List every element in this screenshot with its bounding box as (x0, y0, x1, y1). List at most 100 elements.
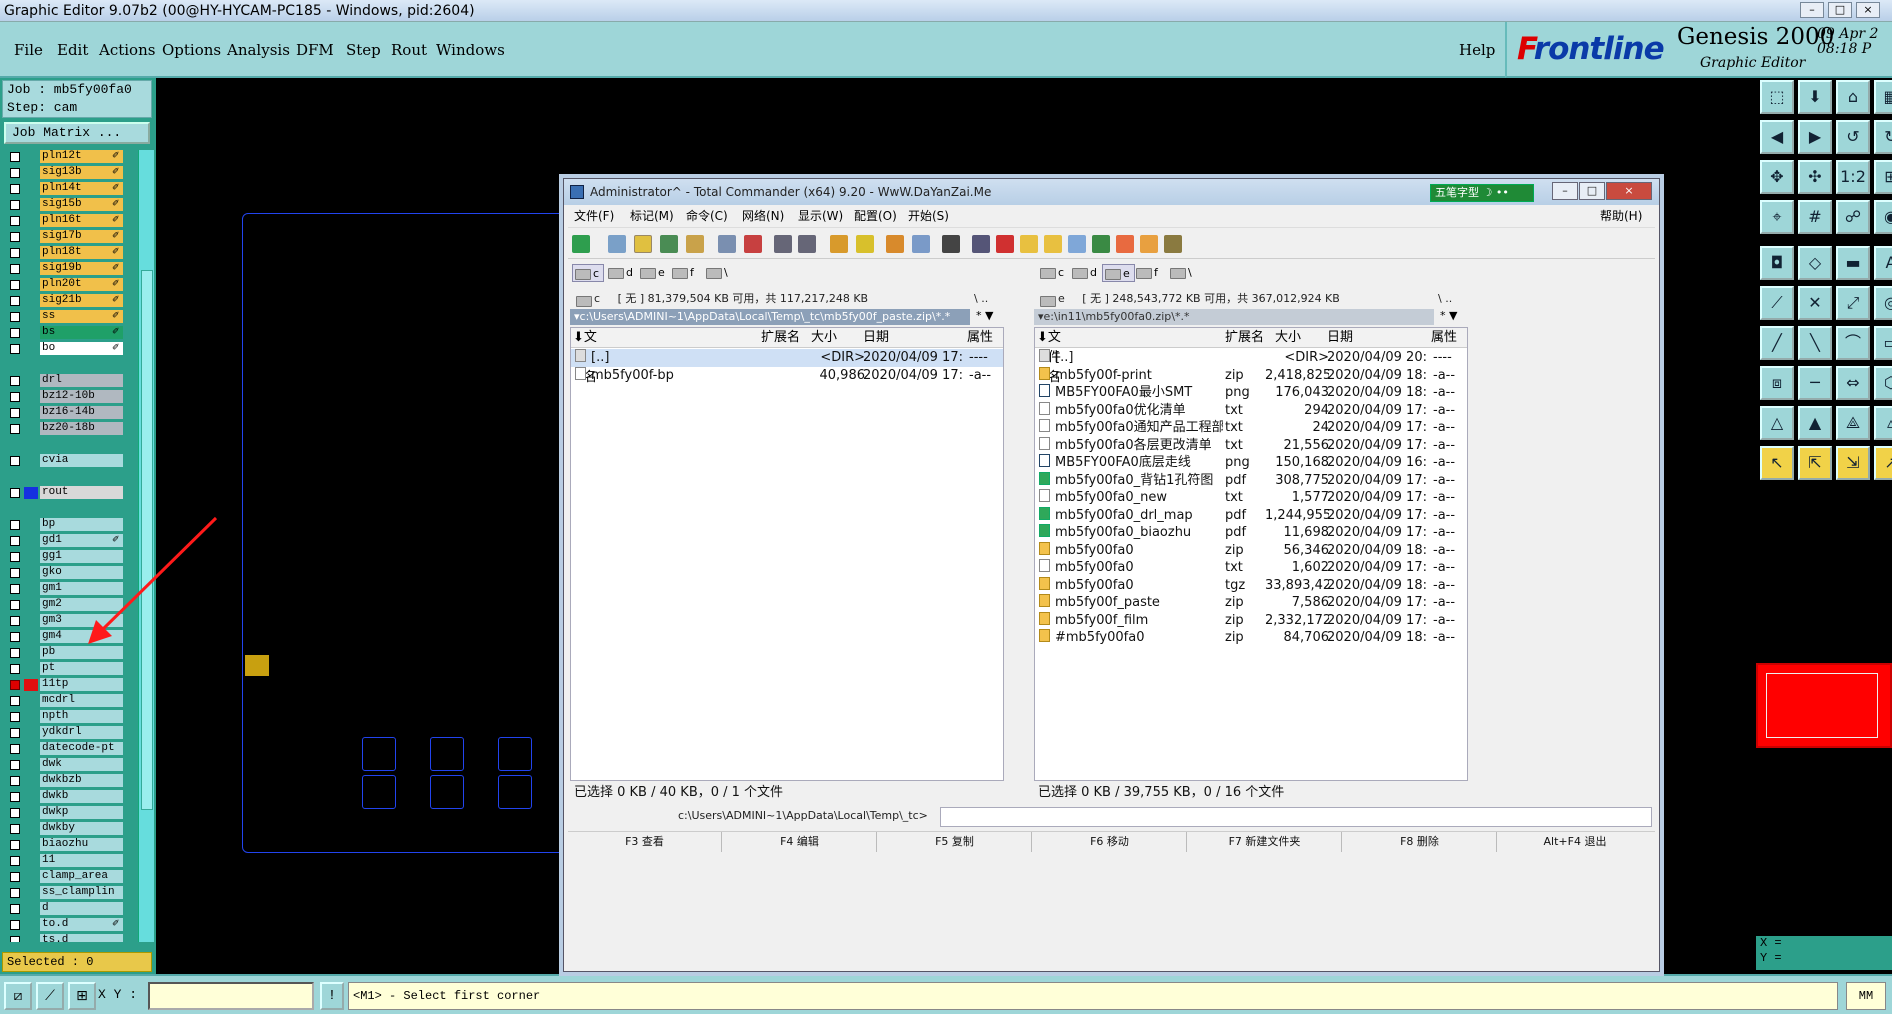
layer-name[interactable]: dwkp (40, 806, 123, 819)
layer-name[interactable]: npth (40, 710, 123, 723)
layer-name[interactable]: pln16t (40, 214, 123, 227)
layer-checkbox[interactable] (10, 392, 20, 402)
layer-name[interactable]: dwkby (40, 822, 123, 835)
file-row[interactable]: mb5fy00fa0_biaozhu pdf 11,698 2020/04/09 17… (1035, 524, 1467, 542)
minimize-button[interactable]: – (1800, 2, 1824, 18)
grid-icon[interactable]: ▦ (1874, 80, 1892, 114)
layer-checkbox[interactable] (10, 760, 20, 770)
layer-checkbox[interactable] (10, 248, 20, 258)
left-drive-select[interactable]: c (574, 292, 614, 305)
layer-row[interactable]: gko (0, 566, 138, 580)
surface-icon[interactable]: ▭ (1874, 326, 1892, 360)
right-drive-c[interactable]: c (1038, 264, 1064, 282)
layer-name[interactable]: pln18t (40, 246, 123, 259)
right-drive-select[interactable]: e (1038, 292, 1079, 305)
f4-edit-button[interactable]: F4 编辑 (723, 832, 877, 852)
file-row[interactable]: mb5fy00f_paste zip 7,5862020/04/09 17:57 -a… (1035, 594, 1467, 612)
layer-checkbox[interactable] (10, 904, 20, 914)
layer-row[interactable]: datecode-pt (0, 742, 138, 756)
arc-icon[interactable]: ⌒ (1836, 326, 1870, 360)
layer-row[interactable]: pln14t ✐ (0, 182, 138, 196)
file-row[interactable]: MB5FY00FA0底层走线 png 150,1682020/04/09 16:39… (1035, 454, 1467, 472)
compare-icon[interactable] (718, 235, 736, 253)
zoom-back-icon[interactable]: ◀ (1760, 120, 1794, 154)
layer-checkbox[interactable] (10, 824, 20, 834)
layer-row[interactable]: ss ✐ (0, 310, 138, 324)
left-drive-c[interactable]: c (572, 264, 605, 282)
layer-checkbox[interactable] (10, 216, 20, 226)
tc-maximize-button[interactable]: □ (1579, 182, 1605, 200)
f6-move-button[interactable]: F6 移动 (1033, 832, 1187, 852)
layer-row[interactable]: dwkb (0, 790, 138, 804)
layer-name[interactable]: 11tp (40, 678, 123, 691)
maximize-button[interactable]: □ (1828, 2, 1852, 18)
layer-name[interactable]: biaozhu (40, 838, 123, 851)
f3-view-button[interactable]: F3 查看 (568, 832, 722, 852)
layer-name[interactable]: gm4 (40, 630, 123, 643)
layer-name[interactable]: cvia (40, 454, 123, 467)
cmd-input[interactable] (940, 807, 1652, 827)
left-root-button[interactable]: \ .. (974, 289, 1034, 309)
zoom-forward-icon[interactable]: ▶ (1798, 120, 1832, 154)
menu-step[interactable]: Step (346, 41, 381, 59)
layer-name[interactable]: ts.d (40, 934, 123, 942)
col-size[interactable]: 大小 (1275, 328, 1301, 348)
triangle-edit-icon[interactable]: ▲ (1798, 406, 1832, 440)
layer-name[interactable]: pln12t (40, 150, 123, 163)
layer-checkbox[interactable] (10, 232, 20, 242)
layer-name[interactable]: dwkbzb (40, 774, 123, 787)
layer-name[interactable]: datecode-pt (40, 742, 123, 755)
layer-name[interactable]: gg1 (40, 550, 123, 563)
layer-row[interactable]: drl (0, 374, 138, 388)
layer-name[interactable]: sig19b (40, 262, 123, 275)
tc-minimize-button[interactable]: – (1552, 182, 1578, 200)
triangle-move-icon[interactable]: ⟁ (1836, 406, 1870, 440)
pointer-zoom-icon[interactable]: ⇲ (1836, 446, 1870, 480)
layer-name[interactable]: ss_clamplin (40, 886, 123, 899)
layer-row[interactable]: bz16-14b (0, 406, 138, 420)
ime-indicator[interactable]: 五笔字型 ☽ •• (1430, 184, 1534, 202)
thumbnail-view-icon[interactable] (660, 235, 678, 253)
redo-icon[interactable]: ↻ (1874, 120, 1892, 154)
layer-checkbox[interactable] (10, 936, 20, 942)
layer-row[interactable]: dwkby (0, 822, 138, 836)
layer-checkbox[interactable] (10, 376, 20, 386)
altf4-exit-button[interactable]: Alt+F4 退出 (1498, 832, 1652, 852)
right-file-pane[interactable]: ⬇ 文件名 扩展名 大小 日期 属性 [..] <DIR> 2020/04/09 20… (1034, 327, 1468, 781)
menu-rout[interactable]: Rout (391, 41, 427, 59)
pointer-box-icon[interactable]: ⇱ (1798, 446, 1832, 480)
user-icon[interactable] (972, 235, 990, 253)
scroll-thumb[interactable] (141, 270, 153, 810)
layer-name[interactable]: gm3 (40, 614, 123, 627)
layer-checkbox[interactable] (10, 856, 20, 866)
col-ext[interactable]: 扩展名 (761, 328, 800, 348)
overview-preview[interactable] (1756, 663, 1892, 748)
layer-row[interactable]: d (0, 902, 138, 916)
layer-row[interactable]: bz12-10b (0, 390, 138, 404)
layer-name[interactable]: ss (40, 310, 123, 323)
drc-icon[interactable]: ◉ (1874, 200, 1892, 234)
file-row[interactable]: mb5fy00f-print zip 2,418,825 2020/04/09 18:… (1035, 366, 1467, 385)
layer-row[interactable]: gm1 (0, 582, 138, 596)
col-attr[interactable]: 属性 (967, 328, 993, 348)
layer-checkbox[interactable] (10, 328, 20, 338)
file-row[interactable]: #mb5fy00fa0 zip 84,7062020/04/09 18:13 -a-- (1035, 629, 1467, 647)
layer-name[interactable]: pt (40, 662, 123, 675)
tc-menu-mark[interactable]: 标记(M) (630, 205, 674, 227)
menu-dfm[interactable]: DFM (296, 41, 334, 59)
layer-checkbox[interactable] (10, 680, 20, 690)
layer-name[interactable]: sig17b (40, 230, 123, 243)
layer-row[interactable]: ss_clamplin (0, 886, 138, 900)
home-icon[interactable]: ⌂ (1836, 80, 1870, 114)
tc-menu-show[interactable]: 显示(W) (798, 205, 843, 227)
layer-row[interactable]: biaozhu (0, 838, 138, 852)
line-add-icon[interactable]: ╱ (1760, 326, 1794, 360)
layer-name[interactable]: mcdrl (40, 694, 123, 707)
select-icon[interactable]: ◘ (1760, 246, 1794, 280)
file-row[interactable]: mb5fy00fa0优化清单 txt 2942020/04/09 17:45 -a-- (1035, 401, 1467, 420)
left-file-pane[interactable]: ⬇文件名 扩展名 大小 日期 属性 [..]<DIR>2020/04/09 17… (570, 327, 1004, 781)
layer-scrollbar[interactable] (138, 150, 154, 942)
layer-checkbox[interactable] (10, 776, 20, 786)
units-button[interactable]: MM (1846, 982, 1886, 1010)
layer-row[interactable]: gd1 ✐ (0, 534, 138, 548)
